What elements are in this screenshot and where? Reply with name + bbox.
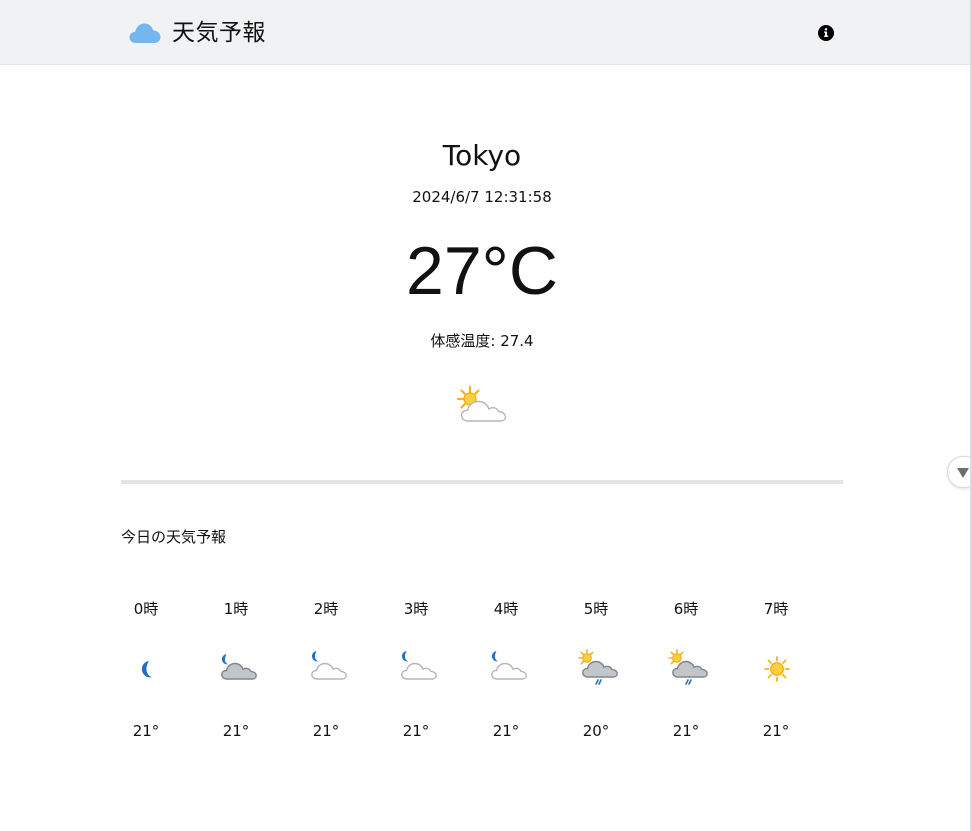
hour-temperature: 21° (402, 722, 430, 740)
moon-icon (126, 648, 168, 690)
moon-cloud-icon (306, 648, 348, 690)
hour-column: 2時 21° (281, 596, 371, 746)
hour-label: 3時 (403, 600, 429, 618)
info-button[interactable] (818, 25, 834, 41)
hour-temperature: 21° (132, 722, 160, 740)
sun-cloud-rain-icon (576, 648, 618, 690)
hour-label: 0時 (133, 600, 159, 618)
app-header: 天気予報 (0, 0, 972, 65)
info-icon (824, 28, 829, 37)
sun-behind-cloud-icon (456, 385, 507, 422)
current-datetime: 2024/6/7 12:31:58 (412, 188, 552, 206)
hour-column: 7時 21° (731, 596, 821, 746)
moon-cloud-icon (486, 648, 528, 690)
hour-temperature: 21° (492, 722, 520, 740)
hour-temperature: 21° (312, 722, 340, 740)
feels-like: 体感温度: 27.4 (430, 332, 534, 350)
divider (121, 480, 843, 484)
hour-label: 6時 (673, 600, 699, 618)
hour-label: 7時 (763, 600, 789, 618)
hour-column: 0時 21° (101, 596, 191, 746)
hourly-forecast: 0時 21° 1時 21° 2時 21° 3時 21° 4時 21° 5時 20… (101, 596, 821, 746)
brand: 天気予報 (129, 16, 266, 50)
moon-cloud-icon (216, 648, 258, 690)
moon-cloud-icon (396, 648, 438, 690)
hour-label: 1時 (223, 600, 249, 618)
chevron-down-icon (957, 468, 969, 478)
cloud-icon (129, 23, 161, 43)
hour-label: 4時 (493, 600, 519, 618)
city-name: Tokyo (442, 139, 522, 172)
hour-column: 1時 21° (191, 596, 281, 746)
hour-column: 3時 21° (371, 596, 461, 746)
hour-temperature: 21° (672, 722, 700, 740)
hour-temperature: 21° (222, 722, 250, 740)
sun-cloud-rain-icon (666, 648, 708, 690)
hour-column: 4時 21° (461, 596, 551, 746)
forecast-title: 今日の天気予報 (121, 528, 227, 546)
app-title: 天気予報 (172, 20, 266, 46)
hour-temperature: 20° (582, 722, 610, 740)
hour-column: 6時 21° (641, 596, 731, 746)
hour-temperature: 21° (762, 722, 790, 740)
hour-label: 5時 (583, 600, 609, 618)
hour-column: 5時 20° (551, 596, 641, 746)
current-temperature: 27°C (406, 233, 558, 309)
sun-icon (756, 648, 798, 690)
hour-label: 2時 (313, 600, 339, 618)
expand-handle[interactable] (947, 456, 972, 488)
